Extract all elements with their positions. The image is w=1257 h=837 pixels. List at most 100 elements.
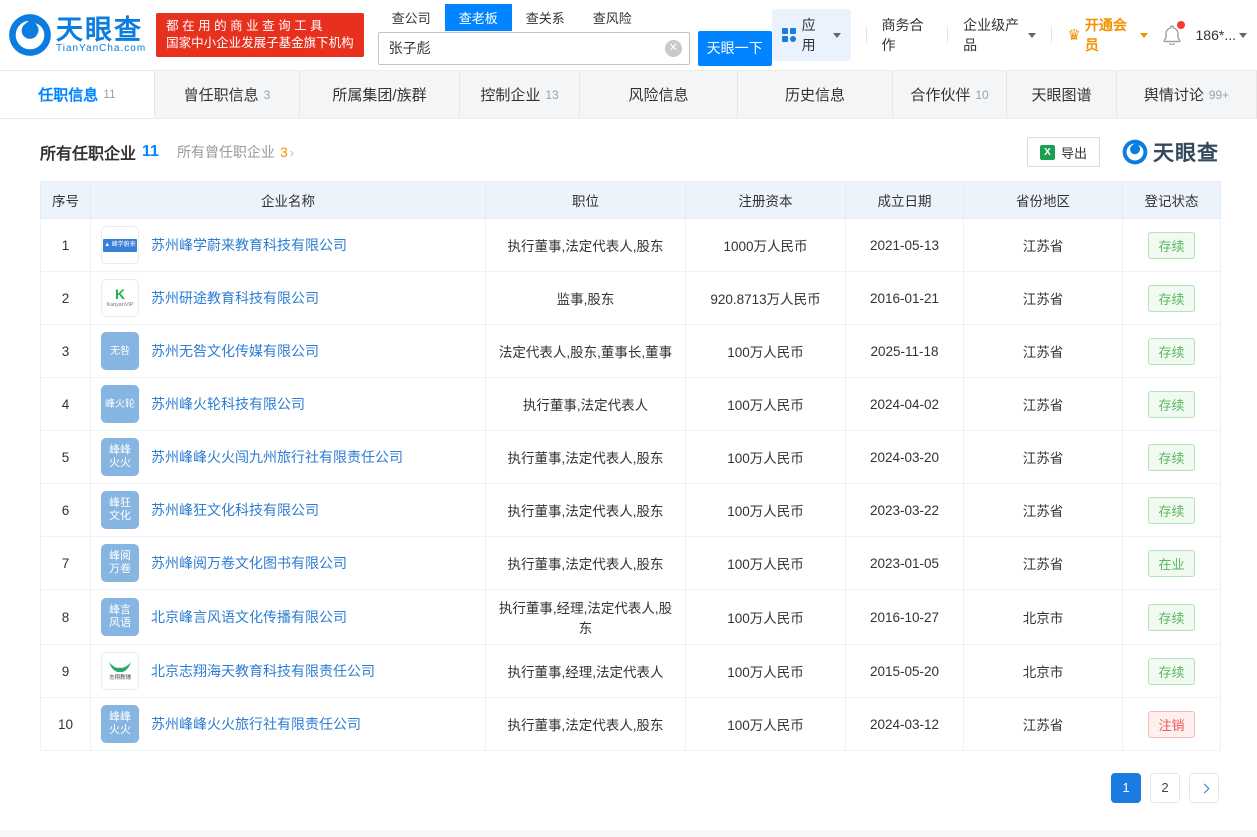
status-cell: 存续 [1123,590,1221,645]
column-header: 序号 [41,182,91,219]
page-tab[interactable]: 所属集团/族群 [300,71,460,118]
next-page-button[interactable] [1189,773,1219,803]
position-cell: 执行董事,法定代表人,股东 [486,431,686,484]
company-link[interactable]: 北京峰言风语文化传播有限公司 [151,608,347,627]
page-tab[interactable]: 风险信息 [580,71,738,118]
position-cell: 执行董事,法定代表人,股东 [486,484,686,537]
search-tab[interactable]: 查公司 [378,4,445,31]
tianyancha-logo[interactable]: 天眼查 TianYanCha.com [8,13,146,57]
company-link[interactable]: 苏州峰狂文化科技有限公司 [151,501,319,520]
province-cell: 江苏省 [964,219,1123,272]
open-vip-button[interactable]: ♛ 开通会员 [1067,15,1147,55]
row-number: 6 [41,484,91,537]
column-header: 注册资本 [686,182,846,219]
company-link[interactable]: 苏州峰阅万卷文化图书有限公司 [151,554,347,573]
page-tab[interactable]: 合作伙伴10 [893,71,1007,118]
status-badge: 存续 [1148,232,1194,259]
column-header: 企业名称 [91,182,486,219]
province-cell: 江苏省 [964,272,1123,325]
province-cell: 江苏省 [964,484,1123,537]
company-link[interactable]: 北京志翔海天教育科技有限责任公司 [151,662,375,681]
tab-count: 3 [264,88,271,102]
company-link[interactable]: 苏州峰学蔚来教育科技有限公司 [151,236,347,255]
table-header-row: 序号企业名称职位注册资本成立日期省份地区登记状态 [41,182,1221,219]
page-tab[interactable]: 任职信息11 [0,71,155,118]
row-number: 9 [41,645,91,698]
registered-capital-cell: 100万人民币 [686,537,846,590]
company-logo: 峰峰火火 [101,438,139,476]
company-cell: 峰峰火火苏州峰峰火火旅行社有限责任公司 [91,698,486,751]
page-bottom-edge [0,830,1257,837]
chevron-down-icon [1028,33,1036,38]
position-cell: 监事,股东 [486,272,686,325]
header-right-nav: 应用 商务合作 企业级产品 ♛ 开通会员 186*... [772,9,1247,61]
page-tab[interactable]: 历史信息 [738,71,893,118]
company-link[interactable]: 苏州峰峰火火旅行社有限责任公司 [151,715,361,734]
former-positions-link[interactable]: 所有曾任职企业 3 › [177,142,294,162]
page-number-button[interactable]: 2 [1150,773,1180,803]
company-logo: ▲ 峰学蔚来 [101,226,139,264]
table-row: 2KKaoyanVIP苏州研途教育科技有限公司监事,股东920.8713万人民币… [41,272,1221,325]
company-logo: 峰峰火火 [101,705,139,743]
status-badge: 存续 [1148,391,1194,418]
search-tabs: 查公司查老板查关系查风险 [378,5,772,31]
page-tabs: 任职信息11曾任职信息3所属集团/族群控制企业13风险信息历史信息合作伙伴10天… [0,70,1257,119]
status-badge: 存续 [1148,285,1194,312]
user-account-menu[interactable]: 186*... [1196,27,1247,43]
established-date-cell: 2025-11-18 [846,325,964,378]
company-cell: 峰火轮苏州峰火轮科技有限公司 [91,378,486,431]
export-button[interactable]: X 导出 [1027,137,1100,167]
divider [866,27,867,43]
position-cell: 法定代表人,股东,董事长,董事 [486,325,686,378]
notification-bell[interactable] [1163,25,1181,45]
tab-count: 99+ [1209,88,1229,102]
table-row: 7峰阅万卷苏州峰阅万卷文化图书有限公司执行董事,法定代表人,股东100万人民币2… [41,537,1221,590]
tab-count: 13 [545,88,558,102]
divider [947,27,948,43]
excel-icon: X [1040,145,1055,160]
row-number: 3 [41,325,91,378]
status-badge: 存续 [1148,604,1194,631]
company-cell: 无咎苏州无咎文化传媒有限公司 [91,325,486,378]
established-date-cell: 2024-03-12 [846,698,964,751]
company-logo: 峰狂文化 [101,491,139,529]
column-header: 登记状态 [1123,182,1221,219]
search-tab[interactable]: 查风险 [579,4,646,31]
company-logo: KKaoyanVIP [101,279,139,317]
company-link[interactable]: 苏州无咎文化传媒有限公司 [151,342,319,361]
status-cell: 存续 [1123,431,1221,484]
page-tab[interactable]: 控制企业13 [460,71,580,118]
brand-title: 天眼查 [56,17,146,43]
company-link[interactable]: 苏州峰峰火火闯九州旅行社有限责任公司 [151,448,403,467]
status-cell: 注销 [1123,698,1221,751]
table-row: 6峰狂文化苏州峰狂文化科技有限公司执行董事,法定代表人,股东100万人民币202… [41,484,1221,537]
established-date-cell: 2016-01-21 [846,272,964,325]
search-tab[interactable]: 查老板 [445,4,512,31]
company-logo: 峰言风语 [101,598,139,636]
search-button[interactable]: 天眼一下 [698,31,772,66]
divider [1051,27,1052,43]
table-row: 1▲ 峰学蔚来苏州峰学蔚来教育科技有限公司执行董事,法定代表人,股东1000万人… [41,219,1221,272]
row-number: 10 [41,698,91,751]
province-cell: 江苏省 [964,537,1123,590]
company-link[interactable]: 苏州研途教育科技有限公司 [151,289,319,308]
page-tab[interactable]: 舆情讨论99+ [1117,71,1257,118]
search-input[interactable] [378,32,690,65]
page-number-button[interactable]: 1 [1111,773,1141,803]
province-cell: 江苏省 [964,431,1123,484]
nav-business-coop[interactable]: 商务合作 [881,15,932,55]
apps-menu[interactable]: 应用 [772,9,851,61]
former-positions-count: 3 [280,144,288,160]
search-tab[interactable]: 查关系 [512,4,579,31]
nav-enterprise-products[interactable]: 企业级产品 [963,15,1036,55]
row-number: 5 [41,431,91,484]
clear-search-icon[interactable]: ✕ [665,40,682,57]
company-cell: 志翔教辅北京志翔海天教育科技有限责任公司 [91,645,486,698]
position-cell: 执行董事,经理,法定代表人,股东 [486,590,686,645]
status-badge: 注销 [1148,711,1194,738]
company-link[interactable]: 苏州峰火轮科技有限公司 [151,395,305,414]
page-tab[interactable]: 天眼图谱 [1007,71,1117,118]
established-date-cell: 2021-05-13 [846,219,964,272]
status-badge: 存续 [1148,338,1194,365]
page-tab[interactable]: 曾任职信息3 [155,71,300,118]
